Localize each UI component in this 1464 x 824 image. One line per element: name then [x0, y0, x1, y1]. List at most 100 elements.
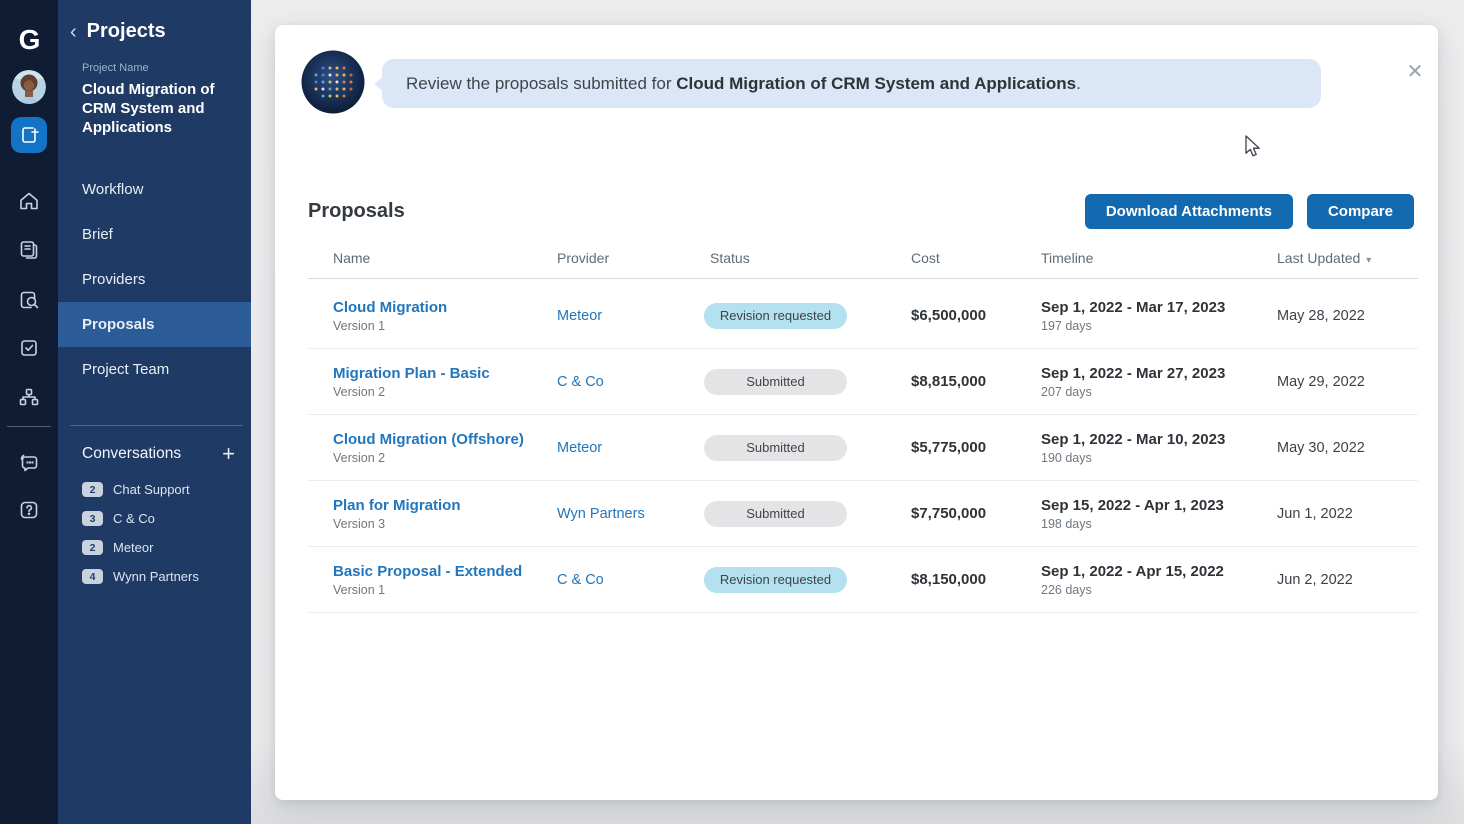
proposal-name-link[interactable]: Cloud Migration (Offshore): [333, 431, 557, 448]
proposal-version: Version 3: [333, 516, 386, 531]
conversation-name: Chat Support: [113, 482, 190, 497]
org-chart-nav[interactable]: [17, 385, 41, 409]
chat-icon: [20, 454, 38, 472]
unread-count-badge: 2: [82, 540, 103, 555]
table-row[interactable]: Basic Proposal - Extended Version 1 C & …: [308, 547, 1418, 613]
project-title: Cloud Migration of CRM System and Applic…: [82, 81, 215, 136]
conversation-name: Meteor: [113, 540, 154, 555]
timeline-days: 226 days: [1041, 582, 1092, 597]
conversation-name: C & Co: [113, 511, 155, 526]
sidebar-divider: [70, 425, 243, 426]
proposals-table: Name Provider Status Cost Timeline Last …: [308, 238, 1418, 613]
conversation-item-c-and-co[interactable]: 3 C & Co: [58, 504, 251, 533]
proposal-name-link[interactable]: Plan for Migration: [333, 497, 557, 514]
assistant-message-bubble: Review the proposals submitted for Cloud…: [374, 59, 1321, 108]
proposals-panel: ✕ Review the proposals submitted for Clo…: [275, 25, 1438, 800]
timeline-range: Sep 1, 2022 - Apr 15, 2022: [1041, 562, 1224, 580]
timeline-days: 207 days: [1041, 384, 1092, 399]
column-header-last-updated[interactable]: Last Updated ▾: [1277, 250, 1418, 266]
proposal-cost: $7,750,000: [911, 505, 987, 522]
add-project-icon: [22, 127, 39, 143]
timeline-days: 198 days: [1041, 516, 1092, 531]
assistant-avatar: [301, 50, 365, 114]
sidebar-item-project-team[interactable]: Project Team: [58, 347, 251, 392]
icon-rail: G: [0, 0, 58, 824]
unread-count-badge: 2: [82, 482, 103, 497]
home-icon: [20, 192, 38, 210]
sidebar-item-providers[interactable]: Providers: [58, 257, 251, 302]
add-conversation-button[interactable]: +: [220, 443, 237, 465]
proposal-version: Version 1: [333, 582, 386, 597]
conversation-item-meteor[interactable]: 2 Meteor: [58, 533, 251, 562]
timeline-range: Sep 1, 2022 - Mar 10, 2023: [1041, 430, 1226, 448]
last-updated-date: Jun 2, 2022: [1277, 571, 1353, 588]
provider-link[interactable]: C & Co: [557, 572, 604, 588]
status-badge: Submitted: [704, 368, 847, 395]
org-chart-icon: [19, 388, 39, 406]
provider-link[interactable]: C & Co: [557, 374, 604, 390]
conversations-title: Conversations: [82, 445, 182, 462]
table-row[interactable]: Cloud Migration (Offshore) Version 2 Met…: [308, 415, 1418, 481]
column-header-status: Status: [710, 250, 750, 266]
conversation-item-chat-support[interactable]: 2 Chat Support: [58, 475, 251, 504]
column-header-provider: Provider: [557, 250, 610, 266]
rail-divider: [7, 426, 51, 427]
project-sidebar: ‹ Projects Project Name Cloud Migration …: [58, 0, 251, 824]
provider-link[interactable]: Meteor: [557, 440, 602, 456]
tasks-nav[interactable]: [17, 336, 41, 360]
table-header-row: Name Provider Status Cost Timeline Last …: [308, 238, 1418, 278]
main-area: ✕ Review the proposals submitted for Clo…: [251, 0, 1464, 824]
documents-nav[interactable]: [17, 238, 41, 262]
table-body: Cloud Migration Version 1 Meteor Revisio…: [308, 279, 1418, 613]
last-updated-date: May 28, 2022: [1277, 307, 1365, 324]
sort-desc-icon: ▾: [1366, 255, 1372, 266]
home-nav[interactable]: [17, 189, 41, 213]
timeline-range: Sep 15, 2022 - Apr 1, 2023: [1041, 496, 1224, 514]
proposal-version: Version 2: [333, 450, 386, 465]
chat-nav[interactable]: [17, 450, 41, 474]
provider-link[interactable]: Wyn Partners: [557, 506, 645, 522]
table-row[interactable]: Plan for Migration Version 3 Wyn Partner…: [308, 481, 1418, 547]
download-attachments-button[interactable]: Download Attachments: [1084, 193, 1293, 229]
proposal-cost: $8,815,000: [911, 373, 987, 390]
sidebar-header-title: Projects: [86, 20, 166, 42]
user-avatar-image: [12, 70, 46, 104]
proposal-name-link[interactable]: Cloud Migration: [333, 299, 557, 316]
unread-count-badge: 3: [82, 511, 103, 526]
unread-count-badge: 4: [82, 569, 103, 584]
app-root: G ‹ Projects Project Name Cloud Migratio…: [0, 0, 1464, 824]
page-header: Proposals Download Attachments Compare: [308, 191, 1414, 231]
assistant-message-text: Review the proposals submitted for Cloud…: [406, 73, 1081, 93]
sidebar-item-proposals[interactable]: Proposals: [58, 302, 251, 347]
conversation-name: Wynn Partners: [113, 569, 199, 584]
search-documents-nav[interactable]: [17, 288, 41, 312]
status-badge: Revision requested: [704, 566, 847, 593]
close-icon[interactable]: ✕: [1404, 61, 1426, 83]
help-nav[interactable]: [17, 498, 41, 522]
table-row[interactable]: Cloud Migration Version 1 Meteor Revisio…: [308, 283, 1418, 349]
help-icon: [20, 501, 38, 519]
search-document-icon: [20, 291, 39, 309]
status-badge: Submitted: [704, 500, 847, 527]
proposal-cost: $6,500,000: [911, 307, 987, 324]
user-avatar[interactable]: [12, 70, 46, 104]
sidebar-item-brief[interactable]: Brief: [58, 212, 251, 257]
timeline-days: 190 days: [1041, 450, 1092, 465]
add-project-button[interactable]: [11, 117, 47, 153]
column-header-cost: Cost: [911, 250, 940, 266]
timeline-days: 197 days: [1041, 318, 1092, 333]
projects-back-header[interactable]: ‹ Projects: [68, 20, 166, 43]
proposal-name-link[interactable]: Basic Proposal - Extended: [333, 563, 557, 580]
conversations-list: 2 Chat Support 3 C & Co 2 Meteor 4 Wynn …: [58, 475, 251, 591]
provider-link[interactable]: Meteor: [557, 308, 602, 324]
assistant-avatar-icon: [301, 50, 365, 114]
table-row[interactable]: Migration Plan - Basic Version 2 C & Co …: [308, 349, 1418, 415]
last-updated-date: May 29, 2022: [1277, 373, 1365, 390]
tasks-check-icon: [21, 340, 37, 356]
proposal-name-link[interactable]: Migration Plan - Basic: [333, 365, 557, 382]
proposal-version: Version 1: [333, 318, 386, 333]
compare-button[interactable]: Compare: [1306, 193, 1414, 229]
conversation-item-wynn-partners[interactable]: 4 Wynn Partners: [58, 562, 251, 591]
column-header-timeline: Timeline: [1041, 250, 1094, 266]
sidebar-item-workflow[interactable]: Workflow: [58, 167, 251, 212]
